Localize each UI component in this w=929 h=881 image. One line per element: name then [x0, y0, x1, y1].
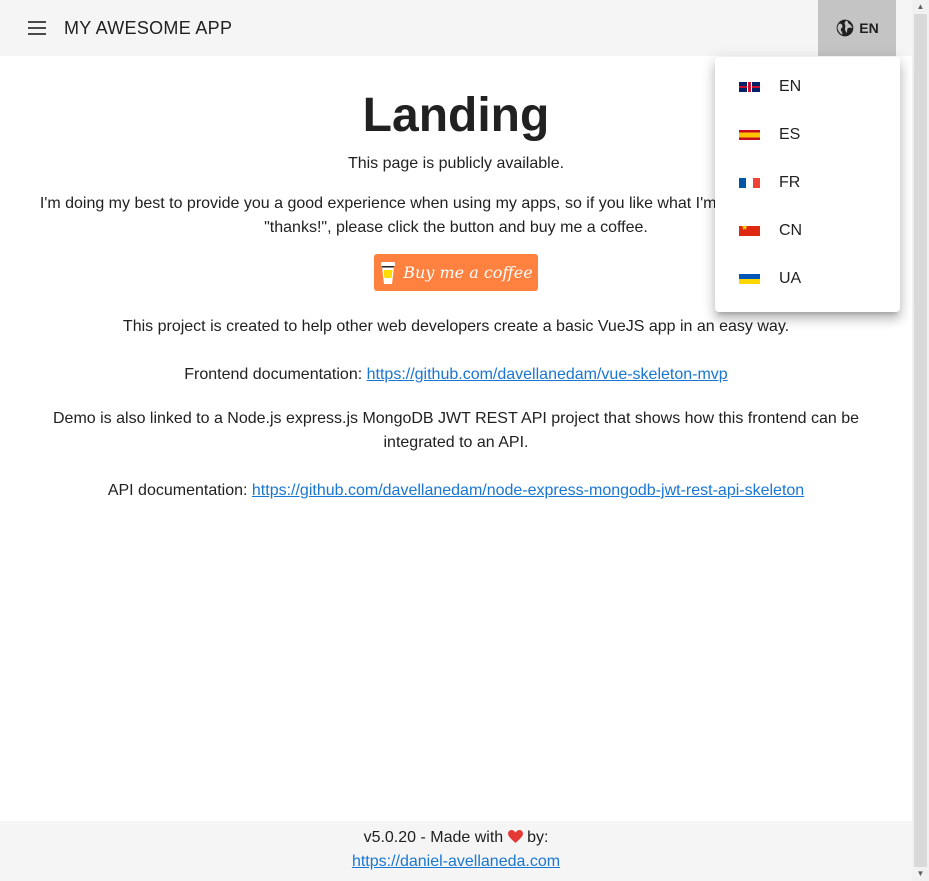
scroll-down-arrow-icon[interactable]: ▼ — [912, 867, 929, 881]
language-button[interactable]: EN — [818, 0, 896, 56]
language-option-fr[interactable]: FR — [715, 159, 900, 207]
china-flag-icon — [739, 226, 760, 236]
frontend-docs-link[interactable]: https://github.com/davellanedam/vue-skel… — [367, 366, 728, 383]
hamburger-menu-icon[interactable] — [28, 16, 52, 40]
api-docs-label: API documentation: — [107, 482, 248, 499]
scroll-up-arrow-icon[interactable]: ▲ — [912, 0, 929, 14]
heart-icon — [507, 830, 523, 843]
globe-icon — [836, 19, 854, 37]
language-option-en[interactable]: EN — [715, 63, 900, 111]
france-flag-icon — [739, 178, 760, 188]
app-title: MY AWESOME APP — [64, 17, 233, 38]
language-option-label: FR — [779, 174, 801, 191]
footer-credit: v5.0.20 - Made with by: — [0, 826, 912, 850]
language-option-cn[interactable]: CN — [715, 207, 900, 255]
language-option-label: ES — [779, 126, 801, 143]
frontend-docs-label: Frontend documentation: — [184, 366, 363, 383]
language-option-label: EN — [779, 78, 802, 95]
language-button-label: EN — [859, 20, 879, 36]
vertical-scrollbar[interactable]: ▲ ▼ — [912, 0, 929, 881]
author-website-link[interactable]: https://daniel-avellaneda.com — [352, 853, 560, 870]
footer: v5.0.20 - Made with by: https://daniel-a… — [0, 821, 912, 881]
api-docs: API documentation: https://github.com/da… — [0, 479, 912, 503]
api-docs-link[interactable]: https://github.com/davellanedam/node-exp… — [252, 482, 804, 499]
buy-me-a-coffee-button[interactable]: Buy me a coffee — [374, 254, 538, 291]
footer-version: v5.0.20 - Made with — [363, 829, 504, 846]
ukraine-flag-icon — [739, 274, 760, 284]
demo-description: Demo is also linked to a Node.js express… — [52, 410, 859, 451]
spain-flag-icon — [739, 130, 760, 140]
footer-by: by: — [527, 829, 549, 846]
language-option-ua[interactable]: UA — [715, 255, 900, 303]
language-menu: EN ES FR CN UA — [715, 57, 900, 312]
language-option-label: UA — [779, 270, 802, 287]
frontend-docs: Frontend documentation: https://github.c… — [0, 363, 912, 387]
language-option-label: CN — [779, 222, 803, 239]
coffee-button-label: Buy me a coffee — [403, 263, 533, 282]
scrollbar-thumb[interactable] — [914, 14, 927, 867]
project-description: This project is created to help other we… — [122, 318, 790, 335]
top-app-bar: MY AWESOME APP EN — [0, 0, 912, 56]
uk-flag-icon — [739, 82, 760, 92]
language-option-es[interactable]: ES — [715, 111, 900, 159]
coffee-cup-icon — [381, 261, 396, 284]
